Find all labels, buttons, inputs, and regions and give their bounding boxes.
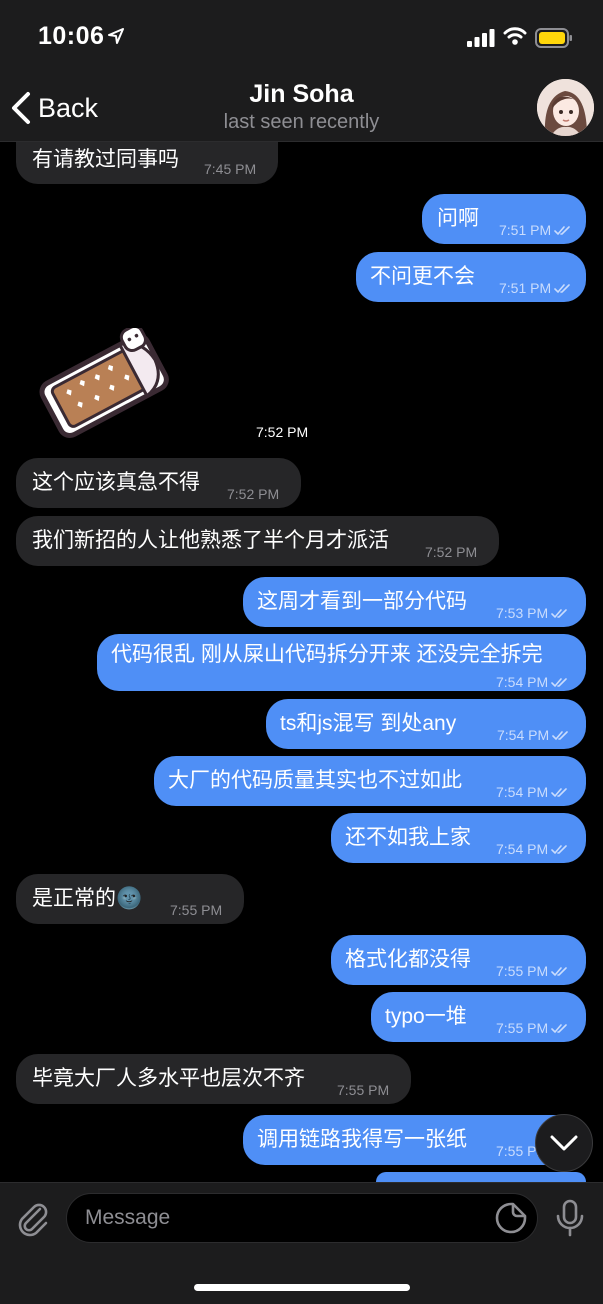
contact-status: last seen recently	[223, 111, 380, 133]
read-checks-icon	[551, 967, 567, 977]
message-time: 7:53 PM	[496, 605, 549, 621]
message-time: 7:54 PM	[496, 841, 549, 857]
message-time: 7:45 PM	[204, 161, 257, 177]
message-text: 还不如我上家	[345, 826, 471, 849]
message-time: 7:54 PM	[496, 784, 549, 800]
message-input[interactable]: Message	[66, 1193, 538, 1243]
message-bubble[interactable]: 有请教过同事吗 7:45 PM	[16, 142, 278, 184]
read-checks-icon	[552, 731, 568, 741]
chevron-down-icon	[550, 1135, 578, 1151]
read-checks-icon	[551, 788, 567, 798]
home-indicator	[194, 1284, 410, 1291]
message-meta: 7:55 PM	[496, 958, 568, 984]
message-bubble[interactable]: 还不如我上家 7:54 PM	[331, 813, 586, 863]
sticker-icon[interactable]	[495, 1202, 527, 1234]
read-checks-icon	[554, 284, 570, 294]
battery-icon	[535, 28, 572, 48]
message-time: 7:52 PM	[227, 486, 280, 502]
message-bubble[interactable]: typo一堆 7:55 PM	[371, 992, 586, 1042]
location-arrow-icon	[108, 28, 124, 44]
paperclip-icon[interactable]	[14, 1199, 52, 1237]
cellular-signal-icon	[467, 29, 495, 47]
message-bubble[interactable]: 是正常的🌚 7:55 PM	[16, 874, 244, 924]
message-time: 7:55 PM	[496, 963, 549, 979]
message-text: 是正常的🌚	[32, 887, 143, 910]
message-text: 有请教过同事吗	[32, 148, 179, 171]
message-meta: 7:54 PM	[496, 836, 568, 862]
message-time: 7:52 PM	[425, 544, 478, 560]
message-meta: 7:53 PM	[496, 600, 568, 626]
message-text: 不问更不会	[370, 265, 475, 288]
message-text: 毕竟大厂人多水平也层次不齐	[32, 1067, 305, 1090]
message-bubble-partial[interactable]	[376, 1172, 586, 1182]
message-text: 调用链路我得写一张纸	[257, 1128, 467, 1151]
message-bubble[interactable]: 毕竟大厂人多水平也层次不齐 7:55 PM	[16, 1054, 411, 1104]
contact-name[interactable]: Jin Soha	[0, 80, 603, 109]
message-text: 问啊	[437, 207, 479, 230]
message-text: 这个应该真急不得	[32, 471, 200, 494]
message-time: 7:54 PM	[497, 727, 550, 743]
message-text: 格式化都没得	[345, 948, 471, 971]
message-meta: 7:54 PM	[497, 722, 569, 748]
message-time: 7:55 PM	[337, 1082, 390, 1098]
read-checks-icon	[551, 845, 567, 855]
read-checks-icon	[551, 609, 567, 619]
message-text: 大厂的代码质量其实也不过如此	[168, 769, 462, 792]
status-time: 10:06	[38, 22, 105, 50]
message-time: 7:51 PM	[499, 222, 552, 238]
contact-avatar[interactable]	[537, 79, 594, 136]
message-text: typo一堆	[385, 1005, 467, 1028]
message-bubble[interactable]: 代码很乱 刚从屎山代码拆分开来 还没完全拆完 7:54 PM	[97, 634, 586, 691]
message-time: 7:55 PM	[170, 902, 223, 918]
message-bubble[interactable]: 这周才看到一部分代码 7:53 PM	[243, 577, 586, 627]
message-meta: 7:51 PM	[499, 275, 571, 301]
message-meta: 7:54 PM	[496, 669, 568, 695]
message-bubble[interactable]: 大厂的代码质量其实也不过如此 7:54 PM	[154, 756, 586, 806]
message-meta: 7:55 PM	[496, 1015, 568, 1041]
message-bubble[interactable]: ts和js混写 到处any 7:54 PM	[266, 699, 586, 749]
message-time: 7:54 PM	[496, 674, 549, 690]
message-meta: 7:51 PM	[499, 217, 571, 243]
status-bar: 10:06	[0, 0, 603, 76]
message-text: 这周才看到一部分代码	[257, 590, 467, 613]
message-time: 7:55 PM	[496, 1020, 549, 1036]
chocolate-bar-sticker[interactable]	[26, 328, 176, 440]
message-meta: 7:54 PM	[496, 779, 568, 805]
message-bubble[interactable]: 格式化都没得 7:55 PM	[331, 935, 586, 985]
message-placeholder: Message	[85, 1206, 171, 1229]
message-bubble[interactable]: 不问更不会 7:51 PM	[356, 252, 586, 302]
sticker-time: 7:52 PM	[256, 424, 309, 440]
message-text: 代码很乱 刚从屎山代码拆分开来 还没完全拆完	[111, 643, 543, 666]
message-bubble[interactable]: 这个应该真急不得 7:52 PM	[16, 458, 301, 508]
scroll-to-bottom-button[interactable]	[535, 1114, 593, 1172]
message-bubble[interactable]: 问啊 7:51 PM	[422, 194, 586, 244]
read-checks-icon	[554, 226, 570, 236]
message-bubble[interactable]: 我们新招的人让他熟悉了半个月才派活 7:52 PM	[16, 516, 499, 566]
composer-bar: Message	[0, 1182, 603, 1304]
read-checks-icon	[551, 678, 567, 688]
read-checks-icon	[551, 1024, 567, 1034]
chat-header: Back Jin Soha last seen recently	[0, 76, 603, 142]
avatar-illustration	[537, 79, 594, 136]
wifi-icon	[503, 27, 527, 45]
message-time: 7:51 PM	[499, 280, 552, 296]
message-text: ts和js混写 到处any	[280, 712, 457, 735]
microphone-icon[interactable]	[555, 1199, 585, 1237]
message-text: 我们新招的人让他熟悉了半个月才派活	[32, 529, 389, 552]
